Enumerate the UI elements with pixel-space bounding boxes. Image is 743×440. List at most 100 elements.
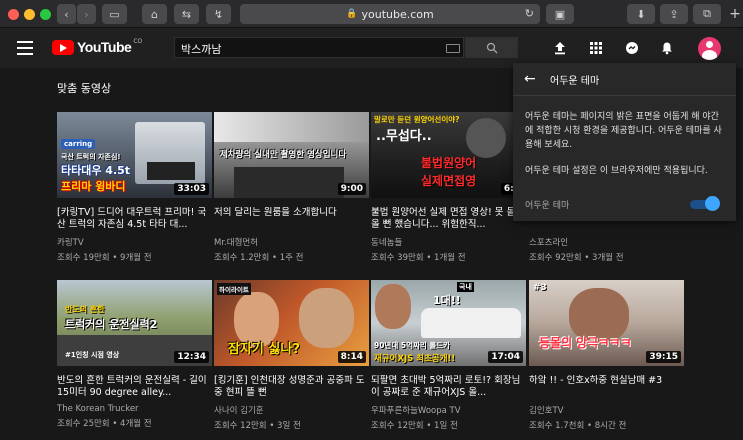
video-card[interactable]: 하이라이트 잠자기 싫나? 8:14 [킹기훈] 인천대장 성명준과 공중파 도… — [214, 280, 369, 431]
panel-title: 어두운 테마 — [550, 75, 600, 87]
forward-button[interactable]: › — [77, 4, 96, 24]
channel-name[interactable]: The Korean Trucker — [57, 404, 212, 414]
reload-icon[interactable]: ↻ — [525, 7, 534, 20]
tabs-button[interactable]: ⧉ — [693, 4, 721, 24]
thumb-text: 실제면접영 — [421, 174, 477, 188]
video-duration: 17:04 — [488, 351, 523, 363]
video-thumbnail[interactable]: 말로만 듣던 원양어선이야? ..무섭다.. 불법원양어 실제면접영 6:5 — [371, 112, 526, 198]
messages-icon[interactable] — [624, 41, 640, 57]
thumb-text: 타타대우 4.5t — [61, 164, 131, 177]
close-window-button[interactable] — [8, 9, 19, 20]
sidebar-icon: ▭ — [109, 7, 120, 21]
dark-theme-panel: ← 어두운 테마 어두운 테마는 페이지의 밝은 표면을 어둡게 해 야간에 적… — [513, 63, 736, 221]
downloads-button[interactable]: ⬇ — [627, 4, 655, 24]
video-meta: 조회수 1.7천회 • 8시간 전 — [529, 421, 627, 431]
extension2-icon: ↯ — [213, 7, 224, 21]
video-thumbnail[interactable]: carring 국산 트럭의 자존심! 타타대우 4.5t 프리마 윙바디 33… — [57, 112, 212, 198]
search-input[interactable]: 박스까남 — [174, 37, 464, 58]
video-meta: 조회수 92만회 • 3개월 전 — [529, 253, 624, 263]
menu-icon[interactable] — [17, 41, 33, 55]
thumb-text: 반도의 흔한 — [65, 305, 105, 314]
avatar[interactable] — [698, 37, 721, 60]
apps-icon[interactable] — [588, 41, 604, 57]
video-thumbnail[interactable]: 국내 1대!! 90년대 5억짜리 롤드카 재규어XJS 최초공개!! 17:0… — [371, 280, 526, 366]
video-meta: 조회수 25만회 • 4개월 전 — [57, 419, 152, 429]
back-button[interactable]: ‹ — [57, 4, 76, 24]
extension2-button[interactable]: ↯ — [206, 4, 231, 24]
video-thumbnail[interactable]: 하이라이트 잠자기 싫나? 8:14 — [214, 280, 369, 366]
search-icon — [486, 42, 497, 53]
section-title: 맞춤 동영상 — [57, 82, 112, 95]
thumb-text: 불법원양어 — [421, 156, 477, 170]
sidebar-button[interactable]: ▭ — [102, 4, 127, 24]
address-bar[interactable]: 🔒 youtube.com ↻ — [240, 4, 540, 24]
video-title[interactable]: [카링TV] 드디어 대우트럭 프리마! 국산 트럭의 자존심 4.5t 타타 … — [57, 207, 212, 231]
video-card[interactable]: #3 등몰의 앙극ㅋㅋㅋ 39:15 하앜 !! - 인호x하중 현실남매 #3… — [529, 280, 684, 431]
thumb-text: 국산 트럭의 자존심! — [61, 153, 121, 161]
tabs-icon: ⧉ — [703, 7, 711, 20]
thumb-text: 국내 — [457, 282, 474, 292]
home-button[interactable]: ⌂ — [142, 4, 167, 24]
panel-note: 어두운 테마 설정은 이 브라우저에만 적용됩니다. — [525, 166, 708, 176]
video-title[interactable]: 되팔면 초대박 5억짜리 로토!? 회장님이 공짜로 준 재규어XJS 올... — [371, 375, 526, 399]
toggle-knob[interactable] — [705, 196, 720, 211]
reader-button[interactable]: ▣ — [546, 4, 574, 24]
thumb-text: 제차량의 실내만 촬영한 영상입니다 — [220, 150, 347, 160]
channel-name[interactable]: 스포츠라인 — [529, 236, 684, 248]
minimize-window-button[interactable] — [24, 9, 35, 20]
search-button[interactable] — [465, 37, 518, 58]
channel-name[interactable]: 동네놈들 — [371, 236, 526, 248]
notifications-bell-icon[interactable] — [659, 41, 675, 57]
video-card[interactable]: 국내 1대!! 90년대 5억짜리 롤드카 재규어XJS 최초공개!! 17:0… — [371, 280, 526, 431]
channel-name[interactable]: Mr.대형먼허 — [214, 236, 369, 248]
back-arrow-icon[interactable]: ← — [524, 71, 538, 87]
new-tab-button[interactable]: + — [727, 4, 743, 24]
video-title[interactable]: 불법 원양어선 실제 면접 영상! 못 돌아올 뻔 했습니다... 위험한직..… — [371, 207, 526, 231]
video-card[interactable]: carring 국산 트럭의 자존심! 타타대우 4.5t 프리마 윙바디 33… — [57, 112, 212, 263]
extension-icon: ⇆ — [181, 7, 192, 21]
thumb-text: #1인칭 시점 영상 — [65, 351, 120, 359]
video-duration: 39:15 — [646, 351, 681, 363]
video-title[interactable]: 하앜 !! - 인호x하중 현실남매 #3 — [529, 375, 684, 399]
thumb-text: ..무섭다.. — [376, 129, 432, 144]
youtube-logo[interactable]: YouTube CO — [52, 38, 143, 55]
upload-icon[interactable] — [552, 41, 568, 57]
extension-button[interactable]: ⇆ — [174, 4, 199, 24]
channel-name[interactable]: 사나이 김기훈 — [214, 404, 369, 416]
channel-name[interactable]: 우파푸른하늘Woopa TV — [371, 404, 526, 416]
video-meta: 조회수 12만회 • 3일 전 — [214, 421, 301, 431]
thumb-text: 말로만 듣던 원양어선이야? — [374, 115, 460, 124]
thumb-text: 트럭커의 운전실력2 — [65, 318, 158, 331]
video-duration: 33:03 — [174, 183, 209, 195]
video-duration: 8:14 — [337, 351, 366, 363]
plus-icon: + — [729, 6, 741, 22]
keyboard-icon[interactable] — [446, 44, 460, 53]
video-meta: 조회수 19만회 • 9개월 전 — [57, 253, 152, 263]
chevron-left-icon: ‹ — [64, 7, 69, 21]
zoom-window-button[interactable] — [40, 9, 51, 20]
channel-name[interactable]: 김인호TV — [529, 404, 684, 416]
video-title[interactable]: [킹기훈] 인천대장 성명준과 공중파 도중 현피 뜰 뻔 — [214, 375, 369, 399]
dark-theme-toggle-row[interactable]: 어두운 테마 — [525, 196, 724, 212]
share-icon: ⇪ — [669, 7, 679, 21]
thumb-text: #3 — [533, 283, 547, 293]
video-thumbnail[interactable]: #3 등몰의 앙극ㅋㅋㅋ 39:15 — [529, 280, 684, 366]
logo-country-code: CO — [133, 38, 143, 45]
home-icon: ⌂ — [151, 7, 158, 21]
thumb-text: 재규어XJS 최초공개!! — [374, 354, 456, 364]
video-card[interactable]: 제차량의 실내만 촬영한 영상입니다 9:00 저의 달리는 원룸을 소개합니다… — [214, 112, 369, 263]
video-title[interactable]: 저의 달리는 원룸을 소개합니다 — [214, 207, 369, 231]
share-button[interactable]: ⇪ — [660, 4, 688, 24]
thumb-text: 프리마 윙바디 — [61, 180, 126, 193]
video-meta: 조회수 39만회 • 1개월 전 — [371, 253, 466, 263]
video-card[interactable]: 반도의 흔한 트럭커의 운전실력2 #1인칭 시점 영상 12:34 반도의 흔… — [57, 280, 212, 429]
chevron-right-icon: › — [84, 7, 89, 21]
thumb-text: 등몰의 앙극ㅋㅋㅋ — [539, 336, 632, 350]
toggle-label: 어두운 테마 — [525, 201, 570, 211]
video-title[interactable]: 반도의 흔한 트럭커의 운전실력 - 길이 15미터 90 degree all… — [57, 375, 212, 399]
video-thumbnail[interactable]: 반도의 흔한 트럭커의 운전실력2 #1인칭 시점 영상 12:34 — [57, 280, 212, 366]
video-thumbnail[interactable]: 제차량의 실내만 촬영한 영상입니다 9:00 — [214, 112, 369, 198]
video-card[interactable]: 말로만 듣던 원양어선이야? ..무섭다.. 불법원양어 실제면접영 6:5 불… — [371, 112, 526, 263]
channel-name[interactable]: 카링TV — [57, 236, 212, 248]
youtube-play-icon — [52, 39, 74, 55]
